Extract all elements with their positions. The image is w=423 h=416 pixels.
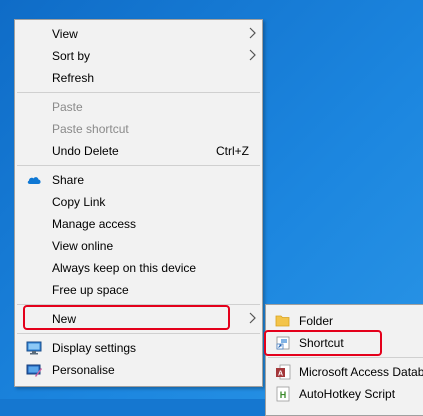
menu-item-label: Paste <box>52 100 83 114</box>
menu-item-label: View <box>52 27 78 41</box>
menu-item-label: Personalise <box>52 363 115 377</box>
menu-item-paste[interactable]: Paste <box>15 96 262 118</box>
menu-separator <box>17 92 260 93</box>
autohotkey-script-icon: H <box>276 386 290 402</box>
menu-item-always-keep[interactable]: Always keep on this device <box>15 257 262 279</box>
folder-icon <box>275 315 290 327</box>
shortcut-highlight-box <box>264 330 382 356</box>
menu-separator <box>17 333 260 334</box>
chevron-right-icon <box>249 27 256 39</box>
menu-item-view-online[interactable]: View online <box>15 235 262 257</box>
menu-item-undo-delete[interactable]: Undo Delete Ctrl+Z <box>15 140 262 162</box>
menu-item-refresh[interactable]: Refresh <box>15 67 262 89</box>
menu-separator <box>17 165 260 166</box>
new-highlight-box <box>23 305 230 330</box>
personalise-icon <box>26 364 42 377</box>
menu-item-label: Paste shortcut <box>52 122 129 136</box>
menu-item-manage-access[interactable]: Manage access <box>15 213 262 235</box>
menu-item-label: Undo Delete <box>52 144 119 158</box>
menu-item-copy-link[interactable]: Copy Link <box>15 191 262 213</box>
submenu-item-autohotkey-script[interactable]: H AutoHotkey Script <box>266 383 423 405</box>
menu-item-sort-by[interactable]: Sort by <box>15 45 262 67</box>
menu-item-label: Refresh <box>52 71 95 85</box>
submenu-separator <box>268 357 423 358</box>
access-database-icon: A <box>276 364 291 380</box>
menu-item-display-settings[interactable]: Display settings <box>15 337 262 359</box>
menu-item-personalise[interactable]: Personalise <box>15 359 262 381</box>
menu-item-label: View online <box>52 239 114 253</box>
menu-item-label: Copy Link <box>52 195 106 209</box>
menu-item-label: Display settings <box>52 341 137 355</box>
menu-item-paste-shortcut[interactable]: Paste shortcut <box>15 118 262 140</box>
chevron-right-icon <box>249 312 256 324</box>
menu-item-label: Free up space <box>52 283 129 297</box>
display-monitor-icon <box>26 341 42 355</box>
desktop-context-menu: View Sort by Refresh Paste Paste shortcu… <box>14 19 263 387</box>
menu-item-free-up-space[interactable]: Free up space <box>15 279 262 301</box>
menu-item-view[interactable]: View <box>15 23 262 45</box>
menu-item-label: Sort by <box>52 49 91 63</box>
submenu-item-label: Folder <box>299 314 334 328</box>
menu-item-shortcut: Ctrl+Z <box>216 144 249 158</box>
submenu-item-access-database[interactable]: A Microsoft Access Datab <box>266 361 423 383</box>
chevron-right-icon <box>249 49 256 61</box>
menu-item-label: Always keep on this device <box>52 261 197 275</box>
menu-item-share[interactable]: Share <box>15 169 262 191</box>
new-submenu: Folder Shortcut A Microsoft Access Datab… <box>265 304 423 416</box>
svg-text:A: A <box>278 371 283 378</box>
submenu-item-folder[interactable]: Folder <box>266 310 423 332</box>
menu-item-label: Share <box>52 173 85 187</box>
submenu-item-label: Microsoft Access Datab <box>299 365 423 379</box>
onedrive-cloud-icon <box>27 177 41 184</box>
menu-item-label: Manage access <box>52 217 137 231</box>
